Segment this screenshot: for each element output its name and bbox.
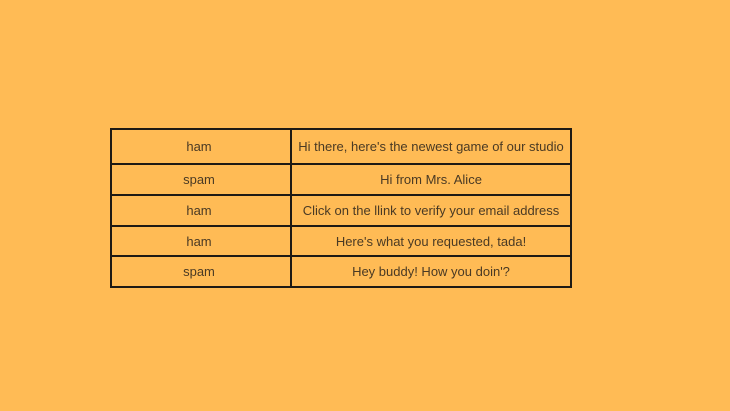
message-cell: Hey buddy! How you doin'? — [290, 255, 572, 288]
message-cell: Hi there, here's the newest game of our … — [290, 128, 572, 165]
label-cell: spam — [110, 255, 292, 288]
table-row: ham Hi there, here's the newest game of … — [110, 128, 572, 165]
label-cell: ham — [110, 128, 292, 165]
table-row: spam Hey buddy! How you doin'? — [110, 255, 572, 288]
message-cell: Click on the llink to verify your email … — [290, 194, 572, 227]
page-canvas: { "table": { "rows": [ { "label": "ham",… — [0, 0, 730, 411]
label-cell: ham — [110, 194, 292, 227]
table-row: ham Here's what you requested, tada! — [110, 225, 572, 257]
message-cell: Hi from Mrs. Alice — [290, 163, 572, 196]
email-classification-table: ham Hi there, here's the newest game of … — [110, 128, 572, 288]
label-cell: spam — [110, 163, 292, 196]
message-cell: Here's what you requested, tada! — [290, 225, 572, 257]
table-row: ham Click on the llink to verify your em… — [110, 194, 572, 227]
table-row: spam Hi from Mrs. Alice — [110, 163, 572, 196]
label-cell: ham — [110, 225, 292, 257]
